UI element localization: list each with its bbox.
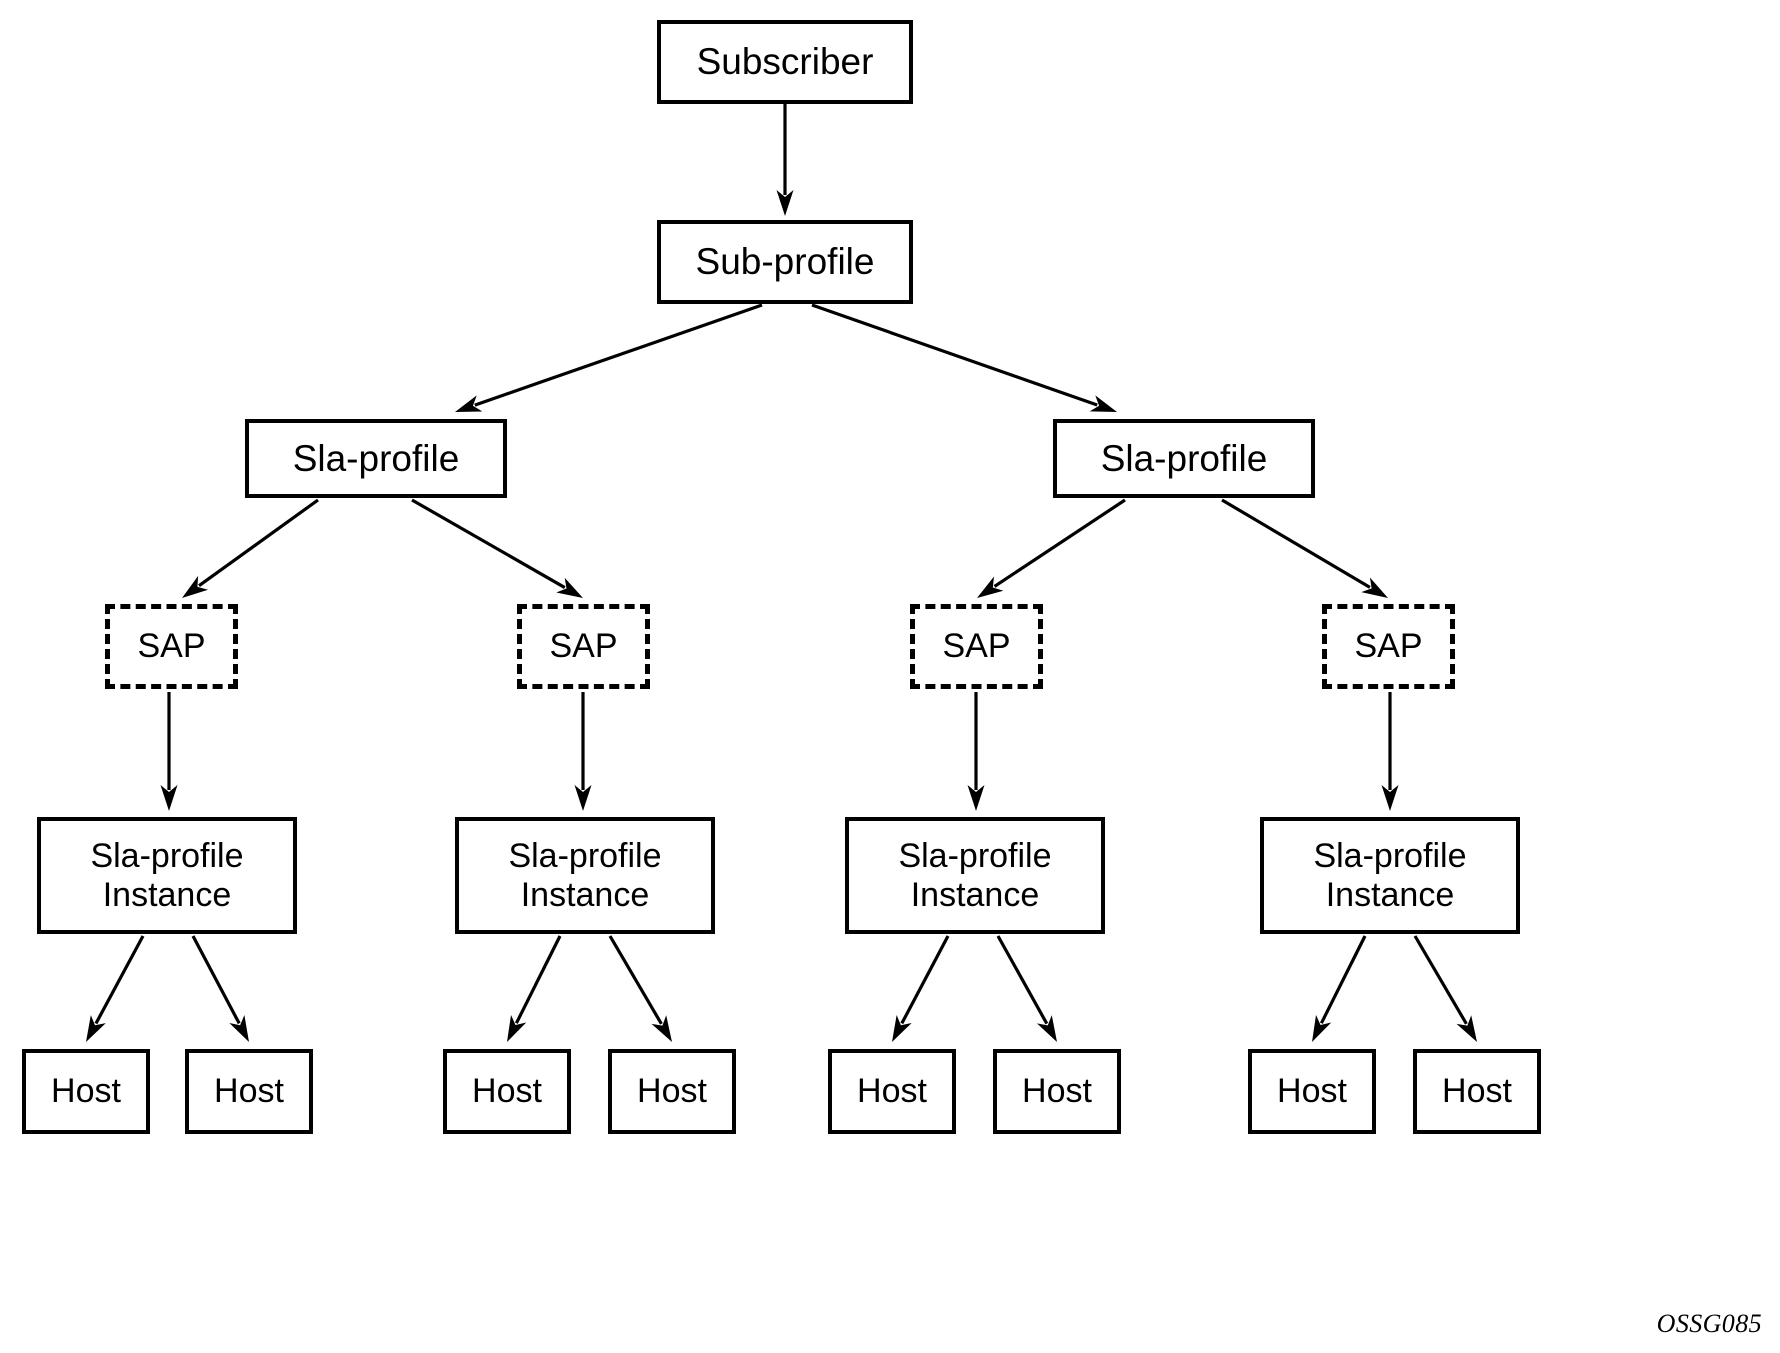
node-sap-3[interactable]: SAP xyxy=(910,604,1043,689)
connector-e-sap-2-inst-2 xyxy=(574,692,592,811)
node-label: Sla-profile Instance xyxy=(508,837,662,914)
node-label: Sla-profile xyxy=(292,437,460,479)
node-label: Subscriber xyxy=(696,41,874,83)
node-subscriber[interactable]: Subscriber xyxy=(657,20,913,104)
node-host-5[interactable]: Host xyxy=(828,1049,956,1134)
connector-e-inst-4-host-8 xyxy=(1413,935,1477,1042)
node-label: Host xyxy=(472,1072,542,1111)
node-label: SAP xyxy=(942,627,1011,666)
node-label: Host xyxy=(637,1072,707,1111)
node-inst-2[interactable]: Sla-profile Instance xyxy=(455,817,715,934)
connector-e-sla-l-sap-1 xyxy=(182,498,319,598)
node-label: Host xyxy=(214,1072,284,1111)
connector-e-sap-1-inst-1 xyxy=(160,692,178,811)
connector-e-inst-3-host-5 xyxy=(892,935,950,1042)
node-label: Host xyxy=(51,1072,121,1111)
node-host-4[interactable]: Host xyxy=(608,1049,736,1134)
node-label: SAP xyxy=(1354,627,1423,666)
node-sap-1[interactable]: SAP xyxy=(105,604,238,689)
connector-e-sap-3-inst-3 xyxy=(967,692,985,811)
connector-e-inst-1-host-2 xyxy=(191,935,249,1042)
connector-e-sla-r-sap-4 xyxy=(1221,498,1388,598)
figure-caption: OSSG085 xyxy=(1656,1309,1762,1338)
connector-e-inst-2-host-4 xyxy=(608,935,672,1042)
connector-e-sla-l-sap-2 xyxy=(411,498,583,598)
node-label: Sla-profile Instance xyxy=(1313,837,1467,914)
node-sap-2[interactable]: SAP xyxy=(517,604,650,689)
node-host-7[interactable]: Host xyxy=(1248,1049,1376,1134)
connector-e-inst-1-host-1 xyxy=(86,935,145,1042)
node-label: Host xyxy=(857,1072,927,1111)
node-label: Host xyxy=(1442,1072,1512,1111)
node-inst-4[interactable]: Sla-profile Instance xyxy=(1260,817,1520,934)
connector-layer xyxy=(86,104,1477,1042)
node-subprofile[interactable]: Sub-profile xyxy=(657,220,913,304)
connector-e-inst-3-host-6 xyxy=(996,935,1057,1042)
node-host-3[interactable]: Host xyxy=(443,1049,571,1134)
node-inst-3[interactable]: Sla-profile Instance xyxy=(845,817,1105,934)
node-label: SAP xyxy=(137,627,206,666)
node-label: Sub-profile xyxy=(695,241,875,283)
connector-e-sap-4-inst-4 xyxy=(1381,692,1399,811)
node-label: Host xyxy=(1277,1072,1347,1111)
connector-e-sla-r-sap-3 xyxy=(977,498,1126,598)
node-label: Sla-profile Instance xyxy=(90,837,244,914)
node-sla-l[interactable]: Sla-profile xyxy=(245,419,507,498)
node-label: Host xyxy=(1022,1072,1092,1111)
connector-e-inst-2-host-3 xyxy=(507,935,562,1042)
node-label: Sla-profile xyxy=(1100,437,1268,479)
node-label: SAP xyxy=(549,627,618,666)
node-sap-4[interactable]: SAP xyxy=(1322,604,1455,689)
connector-e-subprofile-sla-l xyxy=(455,303,763,412)
node-host-8[interactable]: Host xyxy=(1413,1049,1541,1134)
node-host-6[interactable]: Host xyxy=(993,1049,1121,1134)
diagram-canvas: Subscriber Sub-profile Sla-profile Sla-prof… xyxy=(0,0,1780,1353)
connector-e-subprofile-sla-r xyxy=(811,303,1117,412)
connector-e-sub-subprofile xyxy=(776,104,794,216)
node-label: Sla-profile Instance xyxy=(898,837,1052,914)
connector-e-inst-4-host-7 xyxy=(1312,935,1367,1042)
node-inst-1[interactable]: Sla-profile Instance xyxy=(37,817,297,934)
node-host-2[interactable]: Host xyxy=(185,1049,313,1134)
node-sla-r[interactable]: Sla-profile xyxy=(1053,419,1315,498)
node-host-1[interactable]: Host xyxy=(22,1049,150,1134)
